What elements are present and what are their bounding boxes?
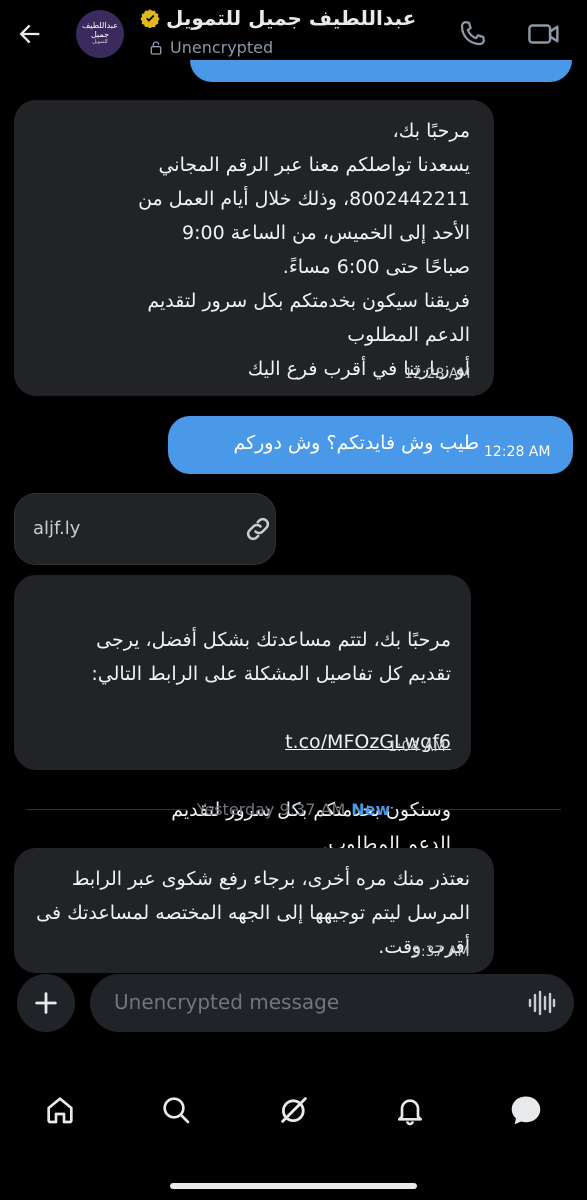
conversation-title-area[interactable]: عبداللطيف جميل للتمويل Unencrypted	[140, 6, 430, 66]
notifications-icon	[398, 1099, 422, 1126]
lock-icon	[150, 40, 162, 55]
message-bubble-incoming[interactable]: مرحبًا بك، لتتم مساعدتك بشكل أفضل، يرجى …	[14, 575, 471, 855]
divider-line	[26, 808, 187, 810]
message-bubble-incoming[interactable]: نعتذر منك مره أخرى، برجاء رفع شكوى عبر ا…	[14, 848, 494, 973]
message-text: طيب وش فايدتكم؟ وش دوركم	[233, 432, 479, 454]
conversation-title: عبداللطيف جميل للتمويل	[140, 6, 416, 30]
link-icon	[246, 517, 270, 541]
avatar-logo: عبداللطيف جميل للتمويل	[78, 22, 122, 45]
message-bubble-incoming[interactable]: مرحبًا بك، يسعدنا تواصلكم معنا عبر الرقم…	[14, 100, 494, 396]
nav-home[interactable]	[40, 1090, 80, 1130]
search-icon	[163, 1097, 190, 1124]
message-text: نعتذر منك مره أخرى، برجاء رفع شكوى عبر ا…	[36, 868, 470, 958]
nav-grok[interactable]	[274, 1090, 314, 1130]
home-indicator	[170, 1183, 417, 1189]
back-button[interactable]	[12, 16, 48, 52]
nav-search[interactable]	[156, 1090, 196, 1130]
call-button[interactable]	[454, 16, 490, 52]
voice-waveform-icon[interactable]	[526, 988, 556, 1018]
message-timestamp: 12:28 AM	[484, 444, 551, 460]
previous-outgoing-bubble	[190, 60, 572, 82]
grok-icon	[281, 1097, 307, 1123]
bottom-navigation	[0, 1076, 587, 1146]
plus-icon	[35, 992, 57, 1014]
divider-label: Yesterday 9:37 AM New	[187, 800, 401, 819]
nav-messages[interactable]	[506, 1090, 546, 1130]
link-preview-card[interactable]: aljf.ly	[14, 493, 276, 565]
divider-date: Yesterday 9:37 AM	[196, 799, 346, 819]
message-timestamp: 12:28 AM	[404, 366, 471, 382]
divider-line	[400, 808, 561, 810]
nav-notifications[interactable]	[390, 1090, 430, 1130]
video-camera-icon	[528, 24, 559, 44]
avatar[interactable]: عبداللطيف جميل للتمويل	[76, 10, 124, 58]
conversation-name: عبداللطيف جميل للتمويل	[166, 6, 417, 30]
message-input[interactable]: Unencrypted message	[90, 974, 574, 1032]
encryption-status-text: Unencrypted	[170, 38, 274, 57]
back-arrow-icon	[19, 24, 40, 44]
message-text-part: مرحبًا بك، لتتم مساعدتك بشكل أفضل، يرجى …	[91, 629, 451, 685]
video-call-button[interactable]	[526, 16, 562, 52]
new-badge: New	[351, 799, 391, 819]
message-timestamp: 1:04 AM	[388, 739, 446, 755]
message-input-placeholder: Unencrypted message	[114, 990, 340, 1014]
message-bubble-outgoing[interactable]: طيب وش فايدتكم؟ وش دوركم 12:28 AM	[168, 416, 573, 474]
new-messages-divider: Yesterday 9:37 AM New	[26, 798, 561, 820]
phone-icon	[460, 21, 485, 46]
avatar-logo-text: عبداللطيف جميل	[82, 21, 118, 40]
add-attachment-button[interactable]	[17, 974, 75, 1032]
message-text: مرحبًا بك، لتتم مساعدتك بشكل أفضل، يرجى …	[34, 589, 451, 861]
messages-icon	[511, 1096, 541, 1125]
encryption-status: Unencrypted	[148, 38, 273, 57]
home-icon	[47, 1097, 73, 1124]
message-timestamp: 9:37 AM	[412, 944, 470, 960]
message-text: مرحبًا بك، يسعدنا تواصلكم معنا عبر الرقم…	[138, 120, 470, 380]
verified-badge-icon	[140, 9, 160, 28]
link-preview-url: aljf.ly	[33, 518, 81, 539]
avatar-logo-sub: للتمويل	[92, 39, 108, 46]
